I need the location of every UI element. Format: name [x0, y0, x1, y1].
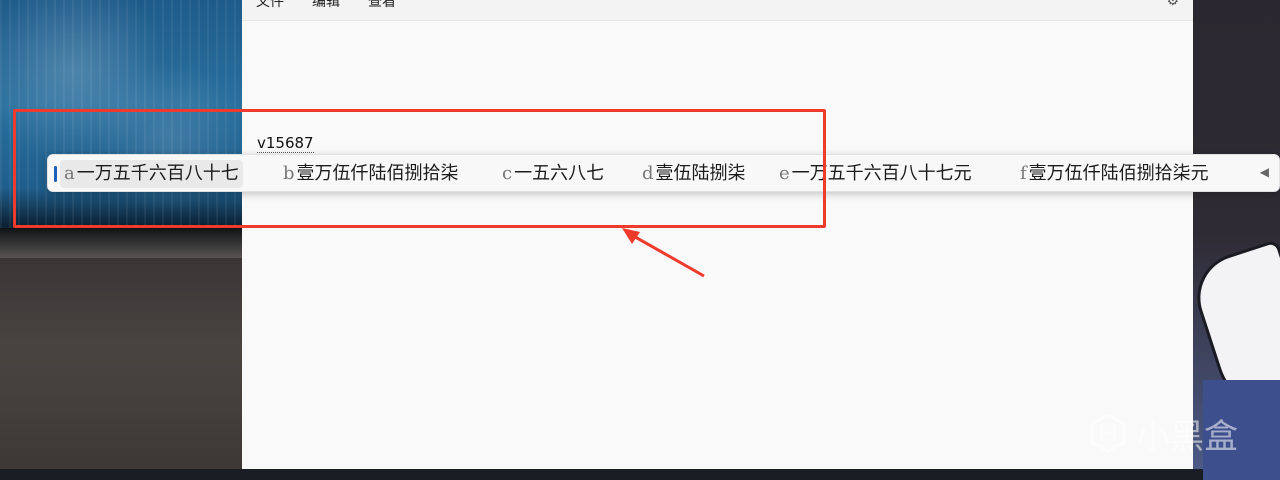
window-ledge	[0, 228, 242, 258]
caret-left-icon[interactable]: ◀	[1260, 165, 1269, 179]
desktop-background-left	[0, 0, 242, 469]
watermark: 小黑盒	[1088, 408, 1238, 458]
menu-view[interactable]: 查看	[368, 0, 396, 11]
candidate-f[interactable]: f 壹万伍仟陆佰捌拾柒元	[1016, 160, 1213, 188]
annotation-arrow-icon	[622, 228, 705, 278]
menu-edit[interactable]: 编辑	[312, 0, 340, 11]
gear-icon[interactable]: ⚙	[1166, 0, 1179, 9]
watermark-text: 小黑盒	[1136, 416, 1238, 457]
heybox-logo-icon	[1090, 413, 1126, 453]
desktop-background-right	[1185, 0, 1280, 480]
menu-file[interactable]: 文件	[256, 0, 284, 11]
candidate-key: f	[1020, 163, 1027, 184]
annotation-highlight-box	[13, 109, 826, 228]
menu-bar: 文件 编辑 查看 ⚙	[242, 0, 1193, 21]
candidate-text: 壹万伍仟陆佰捌拾柒元	[1028, 163, 1209, 184]
